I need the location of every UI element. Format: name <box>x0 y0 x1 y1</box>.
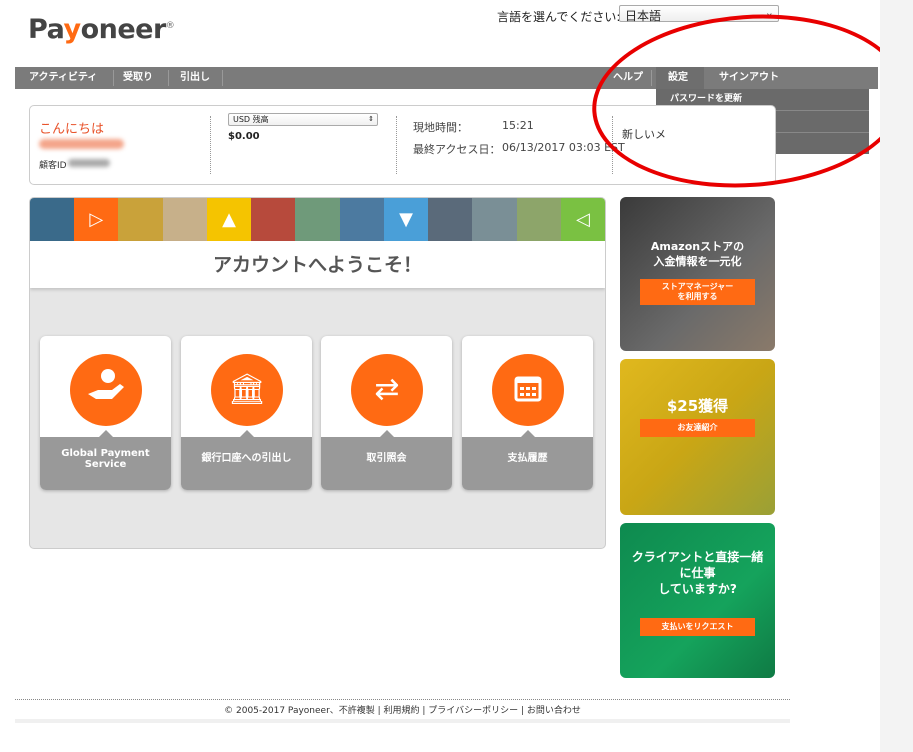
promo-title-line: に仕事 <box>679 566 716 580</box>
promo-amazon-store-manager[interactable]: Amazonストアの 入金情報を一元化 ストアマネージャー を利用する <box>620 197 775 351</box>
card-notch <box>99 430 113 437</box>
service-card-global-payment[interactable]: Global Payment Service <box>40 336 171 490</box>
banner-photo-building <box>472 198 517 241</box>
nav-item-sign-out[interactable]: サインアウト <box>709 67 789 89</box>
exchange-arrows-icon: ⇄ <box>351 354 423 426</box>
logo-text-y: y <box>63 14 81 45</box>
play-left-icon: ◁ <box>576 209 590 230</box>
local-time-label: 現地時間： <box>413 121 468 134</box>
card-label-area: Global Payment Service <box>40 437 171 490</box>
banner-photo-taxi <box>118 198 163 241</box>
photo-banner: ▷ ▲ ▼ ◁ <box>30 198 605 241</box>
store-manager-button[interactable]: ストアマネージャー を利用する <box>640 279 755 305</box>
banner-tile-yellow: ▲ <box>206 198 252 241</box>
blurred-customer-id <box>68 159 110 167</box>
page: Payoneer® 言語を選んでください: 日本語 ⌄ アクティビティ 受取り … <box>0 0 912 752</box>
balance-select-value: USD 残高 <box>233 115 269 124</box>
updown-arrow-icon: ⇕ <box>368 115 374 123</box>
card-notch <box>521 430 535 437</box>
service-label: 取引照会 <box>366 453 407 464</box>
card-label-area: 取引照会 <box>321 437 452 490</box>
card-label-area: 支払履歴 <box>462 437 593 490</box>
last-access-value: 06/13/2017 03:03 EST <box>502 141 625 154</box>
play-right-icon: ▷ <box>89 209 104 230</box>
nav-divider <box>168 70 169 86</box>
promo-referral[interactable]: $25獲得 お友達紹介 <box>620 359 775 515</box>
divider <box>210 116 212 174</box>
promo-title-line: していますか? <box>658 582 737 596</box>
footer-divider <box>15 699 790 700</box>
calendar-icon <box>492 354 564 426</box>
bank-icon: 🏛 <box>211 354 283 426</box>
card-notch <box>240 430 254 437</box>
greeting-text: こんにちは <box>39 122 105 137</box>
promo-title: $25獲得 <box>666 397 729 415</box>
service-card-bank-withdrawal[interactable]: 🏛 銀行口座への引出し <box>181 336 312 490</box>
service-label: Global Payment Service <box>61 448 150 470</box>
service-card-payment-history[interactable]: 支払履歴 <box>462 336 593 490</box>
nav-item-withdraw[interactable]: 引出し <box>170 67 220 89</box>
main-nav: アクティビティ 受取り 引出し ヘルプ 設定 サインアウト <box>15 67 878 89</box>
triangle-up-icon: ▲ <box>222 209 236 230</box>
promo-title-line: クライアントと直接一緒 <box>631 550 764 564</box>
divider <box>396 116 398 174</box>
language-select-value: 日本語 <box>625 9 662 23</box>
logo-text-oneer: oneer <box>80 14 167 45</box>
footer-links[interactable]: © 2005-2017 Payoneer、不許複製 | 利用規約 | プライバシ… <box>15 703 790 716</box>
payoneer-logo[interactable]: Payoneer® <box>28 14 175 45</box>
banner-tile-green: ◁ <box>560 198 605 241</box>
request-payment-button[interactable]: 支払いをリクエスト <box>640 618 755 636</box>
nav-item-help[interactable]: ヘルプ <box>603 67 653 89</box>
nav-item-receive[interactable]: 受取り <box>113 67 163 89</box>
balance-amount: $0.00 <box>228 131 260 142</box>
banner-photo-city <box>30 198 75 241</box>
welcome-panel: ▷ ▲ ▼ ◁ アカウントへようこそ！ Global Payment Servi… <box>29 197 606 549</box>
service-label: 銀行口座への引出し <box>201 453 292 464</box>
banner-tile-orange: ▷ <box>74 198 119 241</box>
banner-photo-money <box>295 198 340 241</box>
promo-title-line: 入金情報を一元化 <box>653 255 742 268</box>
chevron-down-icon: ⌄ <box>764 6 774 19</box>
new-messages-link[interactable]: 新しいメ <box>622 126 666 142</box>
nav-divider <box>222 70 223 86</box>
page-margin <box>880 0 913 752</box>
referral-button[interactable]: お友達紹介 <box>640 419 755 437</box>
footer-bar <box>15 719 790 723</box>
nav-divider <box>651 70 652 86</box>
welcome-title: アカウントへようこそ！ <box>212 254 422 276</box>
divider <box>612 116 614 174</box>
banner-tile-blue: ▼ <box>383 198 429 241</box>
banner-photo-bills <box>516 198 561 241</box>
welcome-title-box: アカウントへようこそ！ <box>30 241 605 288</box>
card-notch <box>380 430 394 437</box>
button-label-line: ストアマネージャー <box>661 282 734 291</box>
banner-photo-dolls <box>251 198 296 241</box>
banner-photo-meeting <box>428 198 473 241</box>
service-label: 支払履歴 <box>507 453 548 464</box>
hand-globe-icon <box>70 354 142 426</box>
promo-request-payment[interactable]: クライアントと直接一緒 に仕事 していますか? 支払いをリクエスト <box>620 523 775 678</box>
local-time-value: 15:21 <box>502 119 534 132</box>
banner-photo-person <box>339 198 384 241</box>
triangle-down-icon: ▼ <box>399 209 413 230</box>
button-label-line: を利用する <box>677 292 718 301</box>
blurred-user-name <box>39 139 124 149</box>
service-card-transactions[interactable]: ⇄ 取引照会 <box>321 336 452 490</box>
balance-currency-select[interactable]: USD 残高 ⇕ <box>228 113 378 126</box>
banner-photo-pyramids <box>162 198 207 241</box>
card-label-area: 銀行口座への引出し <box>181 437 312 490</box>
last-access-label: 最終アクセス日： <box>413 143 501 156</box>
nav-item-settings[interactable]: 設定 <box>656 67 704 89</box>
language-label: 言語を選んでください: <box>497 10 621 24</box>
language-select[interactable]: 日本語 ⌄ <box>619 5 779 23</box>
logo-text-pa: Pa <box>28 14 64 45</box>
account-summary-card: こんにちは 顧客ID USD 残高 ⇕ $0.00 現地時間： 15:21 最終… <box>29 105 776 185</box>
promo-title-line: Amazonストアの <box>650 240 745 253</box>
customer-id-label: 顧客ID <box>39 161 67 171</box>
logo-registered-mark: ® <box>165 21 175 31</box>
nav-item-activity[interactable]: アクティビティ <box>19 67 107 89</box>
